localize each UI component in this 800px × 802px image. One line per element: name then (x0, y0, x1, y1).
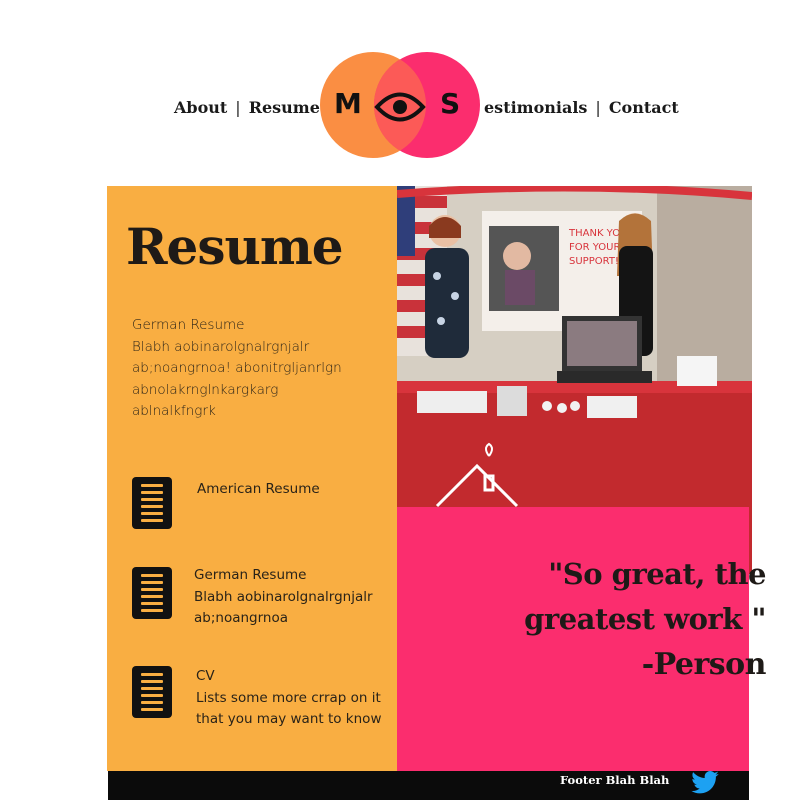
page-title: Resume (126, 217, 344, 276)
twitter-link[interactable] (688, 768, 722, 802)
testimonial-quote: "So great, the greatest work " -Person (426, 552, 766, 687)
resume-item-text: American Resume (197, 479, 320, 529)
svg-text:SUPPORT!: SUPPORT! (569, 256, 619, 267)
intro-line: German Resume (132, 317, 245, 333)
resume-item-desc: Blabh aobinarolgnalrgnjalr (194, 588, 373, 605)
document-icon (132, 477, 172, 529)
quote-author: -Person (641, 647, 767, 682)
intro-line: ab;noangrnoa! abonitrgljanrlgn (132, 360, 342, 376)
site-logo[interactable]: M S (320, 52, 480, 158)
logo-letter-s: S (440, 87, 461, 120)
resume-item-title: CV (196, 668, 215, 684)
nav-item-about[interactable]: About (174, 98, 227, 117)
resume-item-cv[interactable]: CV Lists some more crrap on it that you … (132, 666, 381, 731)
resume-item-title: German Resume (194, 567, 307, 583)
resume-intro: German Resume Blabh aobinarolgnalrgnjalr… (132, 315, 382, 423)
twitter-icon (691, 771, 719, 794)
nav-item-testimonials[interactable]: estimonials (484, 98, 587, 117)
resume-item-german[interactable]: German Resume Blabh aobinarolgnalrgnjalr… (132, 567, 373, 630)
intro-line: Blabh aobinarolgnalrgnjalr (132, 338, 310, 355)
nav-left: About | Resume (174, 94, 320, 120)
nav-item-resume[interactable]: Resume (249, 98, 320, 117)
document-icon (132, 666, 172, 718)
resume-item-desc: Lists some more crrap on it (196, 689, 381, 706)
intro-line: abnolakrnglnkargkarg (132, 381, 279, 398)
resume-item-text: CV Lists some more crrap on it that you … (196, 666, 381, 731)
resume-item-desc: that you may want to know (196, 711, 382, 727)
footer-text: Footer Blah Blah (560, 773, 670, 787)
quote-line: "So great, the (548, 557, 766, 591)
svg-text:FOR YOUR: FOR YOUR (569, 242, 621, 253)
resume-item-text: German Resume Blabh aobinarolgnalrgnjalr… (194, 565, 373, 630)
logo-letter-m: M (334, 87, 362, 120)
nav-separator: | (595, 97, 601, 117)
resume-item-desc: ab;noangrnoa (194, 610, 289, 626)
resume-item-title: American Resume (197, 481, 320, 497)
document-icon (132, 567, 172, 619)
nav-separator: | (235, 97, 241, 117)
nav-item-contact[interactable]: Contact (609, 98, 679, 117)
resume-item-american[interactable]: American Resume (132, 477, 320, 529)
intro-line: ablnalkfngrk (132, 403, 216, 419)
quote-line: greatest work " (524, 602, 766, 636)
nav-right: estimonials | Contact (484, 94, 679, 120)
